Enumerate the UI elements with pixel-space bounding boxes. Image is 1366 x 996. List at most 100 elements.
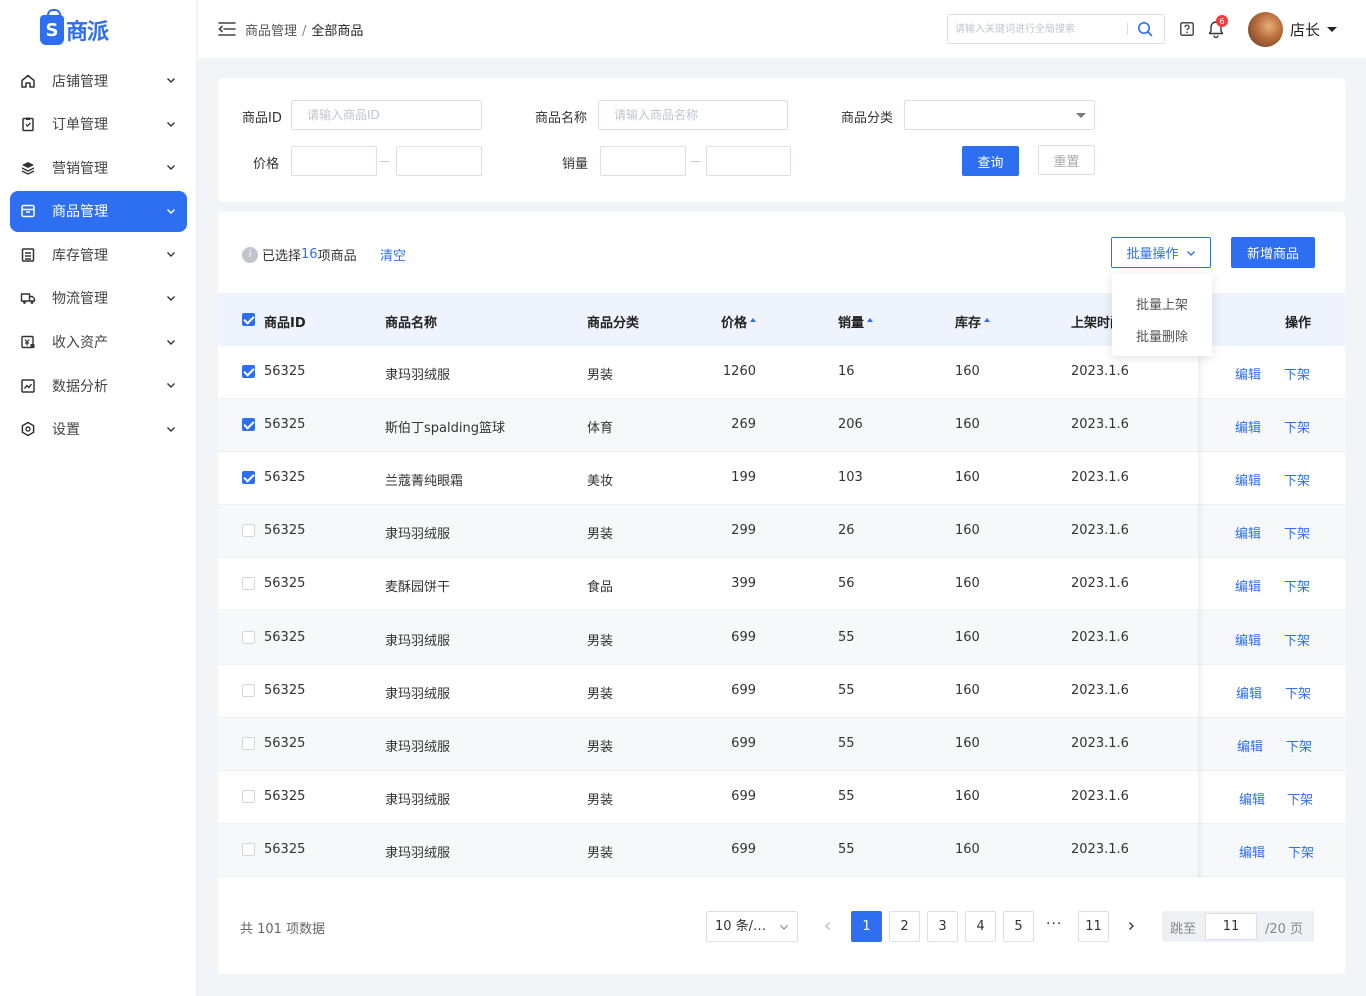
- column-header-sales[interactable]: 销量: [838, 312, 874, 331]
- sidebar-item-label: 数据分析: [52, 378, 108, 395]
- unlist-link[interactable]: 下架: [1284, 364, 1310, 383]
- sidebar-item-2[interactable]: 营销管理: [10, 147, 187, 188]
- page-size-select[interactable]: 10 条/…: [706, 911, 798, 942]
- user-name[interactable]: 店长: [1290, 19, 1320, 40]
- avatar[interactable]: [1248, 12, 1283, 47]
- cell-listed-date: 2023.1.6: [1071, 735, 1129, 751]
- bulk-delete-option[interactable]: 批量删除: [1136, 326, 1188, 345]
- select-all-checkbox[interactable]: [242, 313, 255, 326]
- page-button[interactable]: 4: [965, 911, 996, 942]
- edit-link[interactable]: 编辑: [1235, 523, 1261, 542]
- notification-badge: 6: [1216, 15, 1228, 27]
- global-search-input[interactable]: [948, 15, 1124, 43]
- row-checkbox[interactable]: [242, 630, 255, 644]
- row-checkbox[interactable]: [242, 683, 255, 697]
- edit-link[interactable]: 编辑: [1235, 364, 1261, 383]
- unlist-link[interactable]: 下架: [1284, 630, 1310, 649]
- unlist-link[interactable]: 下架: [1284, 417, 1310, 436]
- page-button[interactable]: 3: [927, 911, 958, 942]
- next-page-icon[interactable]: [1124, 919, 1138, 933]
- sidebar-item-8[interactable]: 设置: [10, 409, 187, 450]
- category-select[interactable]: [904, 100, 1095, 130]
- caret-down-icon[interactable]: [1327, 27, 1337, 32]
- row-checkbox[interactable]: [242, 577, 255, 591]
- jump-page-input[interactable]: 11: [1205, 913, 1257, 940]
- edit-link[interactable]: 编辑: [1235, 576, 1261, 595]
- breadcrumb-parent[interactable]: 商品管理: [245, 24, 297, 39]
- row-checkbox[interactable]: [242, 736, 255, 750]
- cell-product-name: 麦酥园饼干: [385, 580, 451, 596]
- column-header-price[interactable]: 价格: [721, 312, 757, 331]
- sidebar-item-5[interactable]: 物流管理: [10, 278, 187, 319]
- sidebar-item-4[interactable]: 库存管理: [10, 234, 187, 275]
- edit-link[interactable]: 编辑: [1235, 470, 1261, 489]
- product-id-input[interactable]: 请输入商品ID: [291, 100, 482, 130]
- sidebar-item-7[interactable]: 数据分析: [10, 365, 187, 406]
- table-row[interactable]: 56325 隶玛羽绒服 男装 699 55 160 2023.1.6 编辑 下架: [218, 771, 1345, 824]
- sort-arrow-icon[interactable]: [867, 317, 874, 322]
- column-header-sales-label: 销量: [838, 316, 865, 331]
- row-checkbox[interactable]: [242, 842, 255, 856]
- unlist-link[interactable]: 下架: [1284, 523, 1310, 542]
- brand-logo[interactable]: S 商派: [40, 9, 109, 48]
- page-button[interactable]: 2: [889, 911, 920, 942]
- table-row[interactable]: 56325 隶玛羽绒服 男装 699 55 160 2023.1.6 编辑 下架: [218, 611, 1345, 665]
- table-row[interactable]: 56325 麦酥园饼干 食品 399 56 160 2023.1.6 编辑 下架: [218, 558, 1345, 612]
- edit-link[interactable]: 编辑: [1237, 736, 1263, 755]
- menu-collapse-icon[interactable]: [218, 22, 236, 36]
- row-checkbox[interactable]: [242, 524, 255, 538]
- sort-arrow-icon[interactable]: [750, 317, 757, 322]
- row-checkbox[interactable]: [242, 365, 255, 378]
- table-row[interactable]: 56325 兰蔻菁纯眼霜 美妆 199 103 160 2023.1.6 编辑 下架: [218, 452, 1345, 506]
- table-row[interactable]: 56325 隶玛羽绒服 男装 299 26 160 2023.1.6 编辑 下架: [218, 505, 1345, 559]
- row-checkbox[interactable]: [242, 418, 255, 432]
- unlist-link[interactable]: 下架: [1284, 576, 1310, 595]
- product-name-input[interactable]: 请输入商品名称: [598, 100, 788, 130]
- table-row[interactable]: 56325 隶玛羽绒服 男装 699 55 160 2023.1.6 编辑 下架: [218, 665, 1345, 718]
- unlist-link[interactable]: 下架: [1285, 683, 1311, 702]
- sidebar-item-0[interactable]: 店铺管理: [10, 60, 187, 101]
- reset-button[interactable]: 重置: [1038, 145, 1095, 175]
- page-button[interactable]: 1: [851, 911, 882, 942]
- unlist-link[interactable]: 下架: [1286, 736, 1312, 755]
- page-button[interactable]: 5: [1003, 911, 1034, 942]
- column-header-stock[interactable]: 库存: [955, 312, 991, 331]
- row-checkbox[interactable]: [242, 471, 255, 485]
- unlist-link[interactable]: 下架: [1287, 789, 1313, 808]
- clear-selection-link[interactable]: 清空: [380, 245, 406, 264]
- edit-link[interactable]: 编辑: [1235, 630, 1261, 649]
- cell-product-id: 56325: [264, 417, 306, 433]
- page-ellipsis[interactable]: ···: [1046, 916, 1062, 932]
- table-row[interactable]: 56325 隶玛羽绒服 男装 699 55 160 2023.1.6 编辑 下架: [218, 823, 1345, 877]
- column-header-id: 商品ID: [264, 316, 306, 331]
- add-product-button[interactable]: 新增商品: [1231, 237, 1315, 268]
- page-button-last[interactable]: 11: [1078, 911, 1109, 942]
- edit-link[interactable]: 编辑: [1235, 417, 1261, 436]
- sort-arrow-icon[interactable]: [984, 317, 991, 322]
- cell-listed-date: 2023.1.6: [1071, 841, 1129, 857]
- help-icon[interactable]: [1180, 22, 1194, 36]
- edit-link[interactable]: 编辑: [1239, 842, 1265, 861]
- sidebar-item-6[interactable]: 收入资产: [10, 322, 187, 363]
- prev-page-icon[interactable]: [821, 919, 835, 933]
- sidebar-item-3[interactable]: 商品管理: [10, 190, 187, 232]
- query-button[interactable]: 查询: [962, 146, 1019, 176]
- edit-link[interactable]: 编辑: [1239, 789, 1265, 808]
- sales-max-input[interactable]: [706, 146, 791, 176]
- cell-category: 体育: [587, 421, 614, 437]
- sidebar-item-1[interactable]: 订单管理: [10, 104, 187, 145]
- price-min-input[interactable]: [291, 146, 377, 176]
- row-checkbox[interactable]: [242, 789, 255, 803]
- bulk-publish-option[interactable]: 批量上架: [1136, 294, 1188, 313]
- edit-link[interactable]: 编辑: [1236, 683, 1262, 702]
- unlist-link[interactable]: 下架: [1288, 842, 1314, 861]
- table-row[interactable]: 56325 隶玛羽绒服 男装 699 55 160 2023.1.6 编辑 下架: [218, 717, 1345, 771]
- sales-min-input[interactable]: [600, 146, 686, 176]
- price-max-input[interactable]: [396, 146, 482, 176]
- column-header-name: 商品名称: [385, 316, 438, 331]
- search-icon[interactable]: [1137, 21, 1153, 37]
- table-row[interactable]: 56325 斯伯丁spalding篮球 体育 269 206 160 2023.1.6 编辑 下…: [218, 399, 1345, 453]
- unlist-link[interactable]: 下架: [1284, 470, 1310, 489]
- range-dash: [690, 161, 700, 162]
- bulk-actions-button[interactable]: 批量操作: [1111, 237, 1211, 268]
